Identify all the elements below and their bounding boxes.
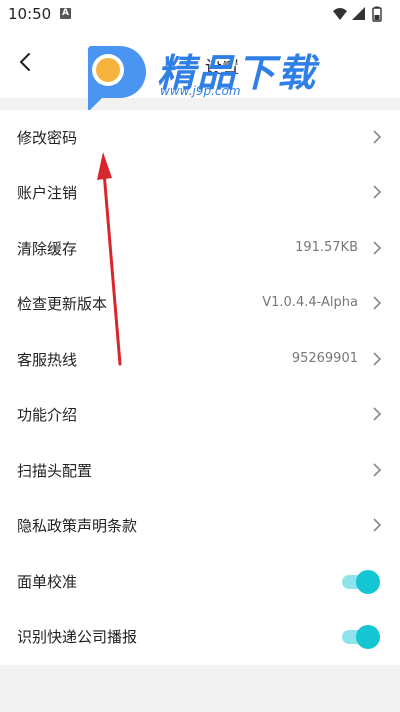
cache-size-value: 191.57KB [295,240,358,255]
waybill-calibration-toggle[interactable] [340,570,380,594]
settings-item-label: 清除缓存 [17,240,78,258]
settings-item-label: 检查更新版本 [17,295,108,313]
settings-item-label: 面单校准 [17,573,78,591]
settings-item-scanner-config[interactable]: 扫描头配置 [0,443,400,498]
version-value: V1.0.4.4-Alpha [262,295,358,310]
chevron-right-icon [373,185,382,199]
battery-icon [372,6,382,22]
settings-item-label: 账户注销 [17,184,78,202]
chevron-right-icon [373,518,382,532]
settings-item-label: 客服热线 [17,351,78,369]
signal-icon [352,7,365,20]
chevron-right-icon [373,407,382,421]
notification-badge-icon: A [60,8,71,19]
settings-item-label: 识别快递公司播报 [17,628,138,646]
chevron-right-icon [373,130,382,144]
chevron-right-icon [373,352,382,366]
wifi-icon [333,8,347,20]
watermark-url: www.j9p.com [160,84,241,98]
settings-item-delete-account[interactable]: 账户注销 [0,165,400,220]
settings-item-label: 隐私政策声明条款 [17,517,138,535]
chevron-right-icon [373,241,382,255]
settings-item-check-update[interactable]: 检查更新版本 V1.0.4.4-Alpha [0,276,400,331]
settings-item-label: 修改密码 [17,129,78,147]
settings-item-change-password[interactable]: 修改密码 [0,110,400,165]
settings-item-clear-cache[interactable]: 清除缓存 191.57KB [0,221,400,276]
hotline-value: 95269901 [291,351,358,366]
back-arrow-icon[interactable] [14,50,38,74]
settings-item-label: 扫描头配置 [17,462,93,480]
chevron-right-icon [373,296,382,310]
settings-item-feature-intro[interactable]: 功能介绍 [0,387,400,442]
courier-broadcast-toggle[interactable] [340,625,380,649]
settings-item-hotline[interactable]: 客服热线 95269901 [0,332,400,387]
settings-item-courier-broadcast: 识别快递公司播报 [0,609,400,664]
status-time: 10:50 [8,5,52,23]
status-bar: 10:50 A [0,0,400,28]
status-icons [332,6,388,22]
settings-item-label: 功能介绍 [17,406,78,424]
settings-item-waybill-calibration: 面单校准 [0,554,400,609]
chevron-right-icon [373,463,382,477]
settings-item-privacy-policy[interactable]: 隐私政策声明条款 [0,498,400,553]
settings-list: 修改密码 账户注销 清除缓存 191.57KB 检查更新版本 V1.0.4.4-… [0,110,400,665]
watermark-logo-icon [87,46,146,112]
